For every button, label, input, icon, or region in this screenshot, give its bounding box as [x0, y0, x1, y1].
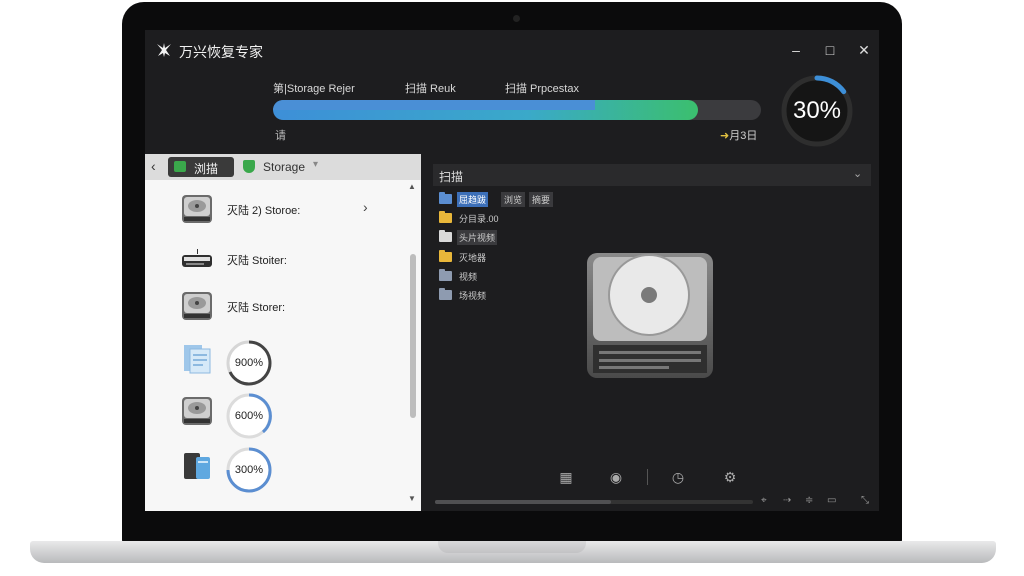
list-item[interactable]: 900% [179, 339, 399, 386]
list-item[interactable]: 灭陆 Storer: [179, 287, 399, 327]
minimize-button[interactable]: – [785, 40, 807, 60]
file-tag[interactable]: 浏览 [501, 192, 526, 207]
recover-icon[interactable]: ⇢ [783, 495, 791, 506]
right-panel-header: 扫描 ⌄ [433, 164, 871, 186]
folder-icon [439, 269, 452, 281]
scan-label-1: 第|Storage Rejer [273, 83, 355, 95]
folder-icon [439, 288, 452, 300]
file-label: 视频 [459, 272, 478, 282]
file-row[interactable]: 场视频 [439, 288, 579, 304]
globe-icon[interactable]: ◉ [607, 468, 625, 486]
app-window: 万兴恢复专家 – □ ✕ 第|Storage Rejer 扫描 Reuk 扫描 … [145, 30, 879, 511]
file-label: 场视频 [459, 291, 487, 301]
chevron-down-icon[interactable]: ⌄ [853, 167, 862, 180]
file-row[interactable]: 视频 [439, 269, 579, 285]
file-label: 灭地器 [459, 253, 487, 263]
document-icon [184, 345, 211, 374]
list-item[interactable]: 灭陆 Stoiter: [179, 240, 399, 280]
right-panel: 扫描 ⌄ 屈趋跋 浏览 摘要 分目录.00 头片视频 灭地器 视频 场视频 ▦ … [433, 164, 873, 511]
file-label: 分目录.00 [459, 214, 499, 224]
scan-label-2: 扫描 Reuk [405, 83, 456, 95]
chevron-right-icon[interactable]: › [363, 199, 368, 215]
drive-label: 灭陆 Stoiter: [227, 255, 287, 267]
chevron-down-icon[interactable]: ▾ [313, 159, 318, 170]
scroll-up-icon[interactable]: ▲ [408, 182, 416, 191]
left-panel-scrollbar[interactable]: ▲ ▼ [408, 182, 418, 504]
drive-label: 灭陆 2) Storoe: [227, 205, 301, 217]
app-logo-icon [157, 43, 171, 57]
document-icon [439, 230, 452, 242]
ring-percent: 900% [234, 357, 264, 369]
ring-percent: 300% [234, 464, 264, 476]
list-item[interactable]: 600% [179, 392, 399, 439]
hard-drive-icon [182, 292, 212, 320]
close-button[interactable]: ✕ [853, 40, 875, 60]
scan-tab-chip[interactable]: 浏描 [168, 157, 234, 177]
expand-icon[interactable]: ⤡ [861, 495, 869, 506]
folder-icon [439, 192, 452, 204]
arrow-icon: ➜ [720, 130, 730, 142]
laptop-notch [438, 541, 586, 553]
progress-status-text: 请 [275, 130, 286, 142]
scan-tab-label: 浏描 [194, 162, 219, 176]
app-title: 万兴恢复专家 [179, 44, 263, 60]
scan-label-3: 扫描 Prpcestax [505, 83, 579, 95]
hard-drive-icon [182, 195, 212, 223]
folder-icon [439, 250, 452, 262]
chevron-left-icon[interactable]: ‹ [151, 158, 156, 174]
file-row[interactable]: 分目录.00 [439, 211, 579, 227]
title-bar: 万兴恢复专家 – □ ✕ [145, 30, 879, 68]
gear-icon[interactable]: ⚙ [721, 468, 739, 486]
list-item[interactable]: 300% [179, 446, 399, 493]
pin-icon[interactable]: ⌖ [761, 495, 767, 506]
right-panel-title: 扫描 [439, 170, 464, 184]
hard-drive-icon [587, 253, 713, 378]
storage-icon [243, 160, 255, 173]
left-panel-header: ‹ 浏描 Storage ▾ [145, 154, 421, 180]
list-item[interactable]: 灭陆 2) Storoe: › [179, 190, 399, 230]
webcam [513, 15, 520, 22]
file-label: 头片视频 [457, 230, 498, 245]
left-panel: ‹ 浏描 Storage ▾ 灭陆 2) Storoe: › 灭陆 Stoite… [145, 154, 421, 511]
file-row[interactable]: 头片视频 [439, 230, 579, 246]
progress-time-text: ➜月3日 [720, 130, 758, 142]
filter-icon[interactable]: ≑ [805, 495, 813, 506]
hard-drive-icon [182, 397, 212, 425]
maximize-button[interactable]: □ [819, 40, 841, 60]
dvd-drive-icon [182, 249, 212, 267]
toolbar-separator [647, 469, 648, 485]
scan-progress-fill-secondary [273, 100, 596, 110]
file-row[interactable]: 屈趋跋 浏览 摘要 [439, 192, 639, 208]
storage-dropdown-label[interactable]: Storage [263, 160, 305, 174]
scroll-down-icon[interactable]: ▼ [408, 494, 416, 503]
scan-progress-bar [273, 100, 761, 120]
file-label: 屈趋跋 [457, 192, 489, 207]
folder-icon [174, 161, 186, 172]
ring-percent: 600% [234, 410, 264, 422]
scrollbar-thumb[interactable] [410, 254, 416, 418]
horizontal-scrollbar[interactable] [435, 500, 753, 504]
clock-icon[interactable]: ◷ [669, 468, 687, 486]
laptop-base [30, 541, 996, 563]
drive-label: 灭陆 Storer: [227, 302, 286, 314]
preview-icon[interactable]: ▭ [827, 495, 836, 506]
folder-icon [439, 211, 452, 223]
file-row[interactable]: 灭地器 [439, 250, 579, 266]
file-tag[interactable]: 摘要 [529, 192, 554, 207]
usb-drive-icon [184, 453, 210, 479]
progress-percent: 30% [792, 97, 842, 124]
scrollbar-thumb[interactable] [435, 500, 611, 504]
calendar-icon[interactable]: ▦ [557, 468, 575, 486]
